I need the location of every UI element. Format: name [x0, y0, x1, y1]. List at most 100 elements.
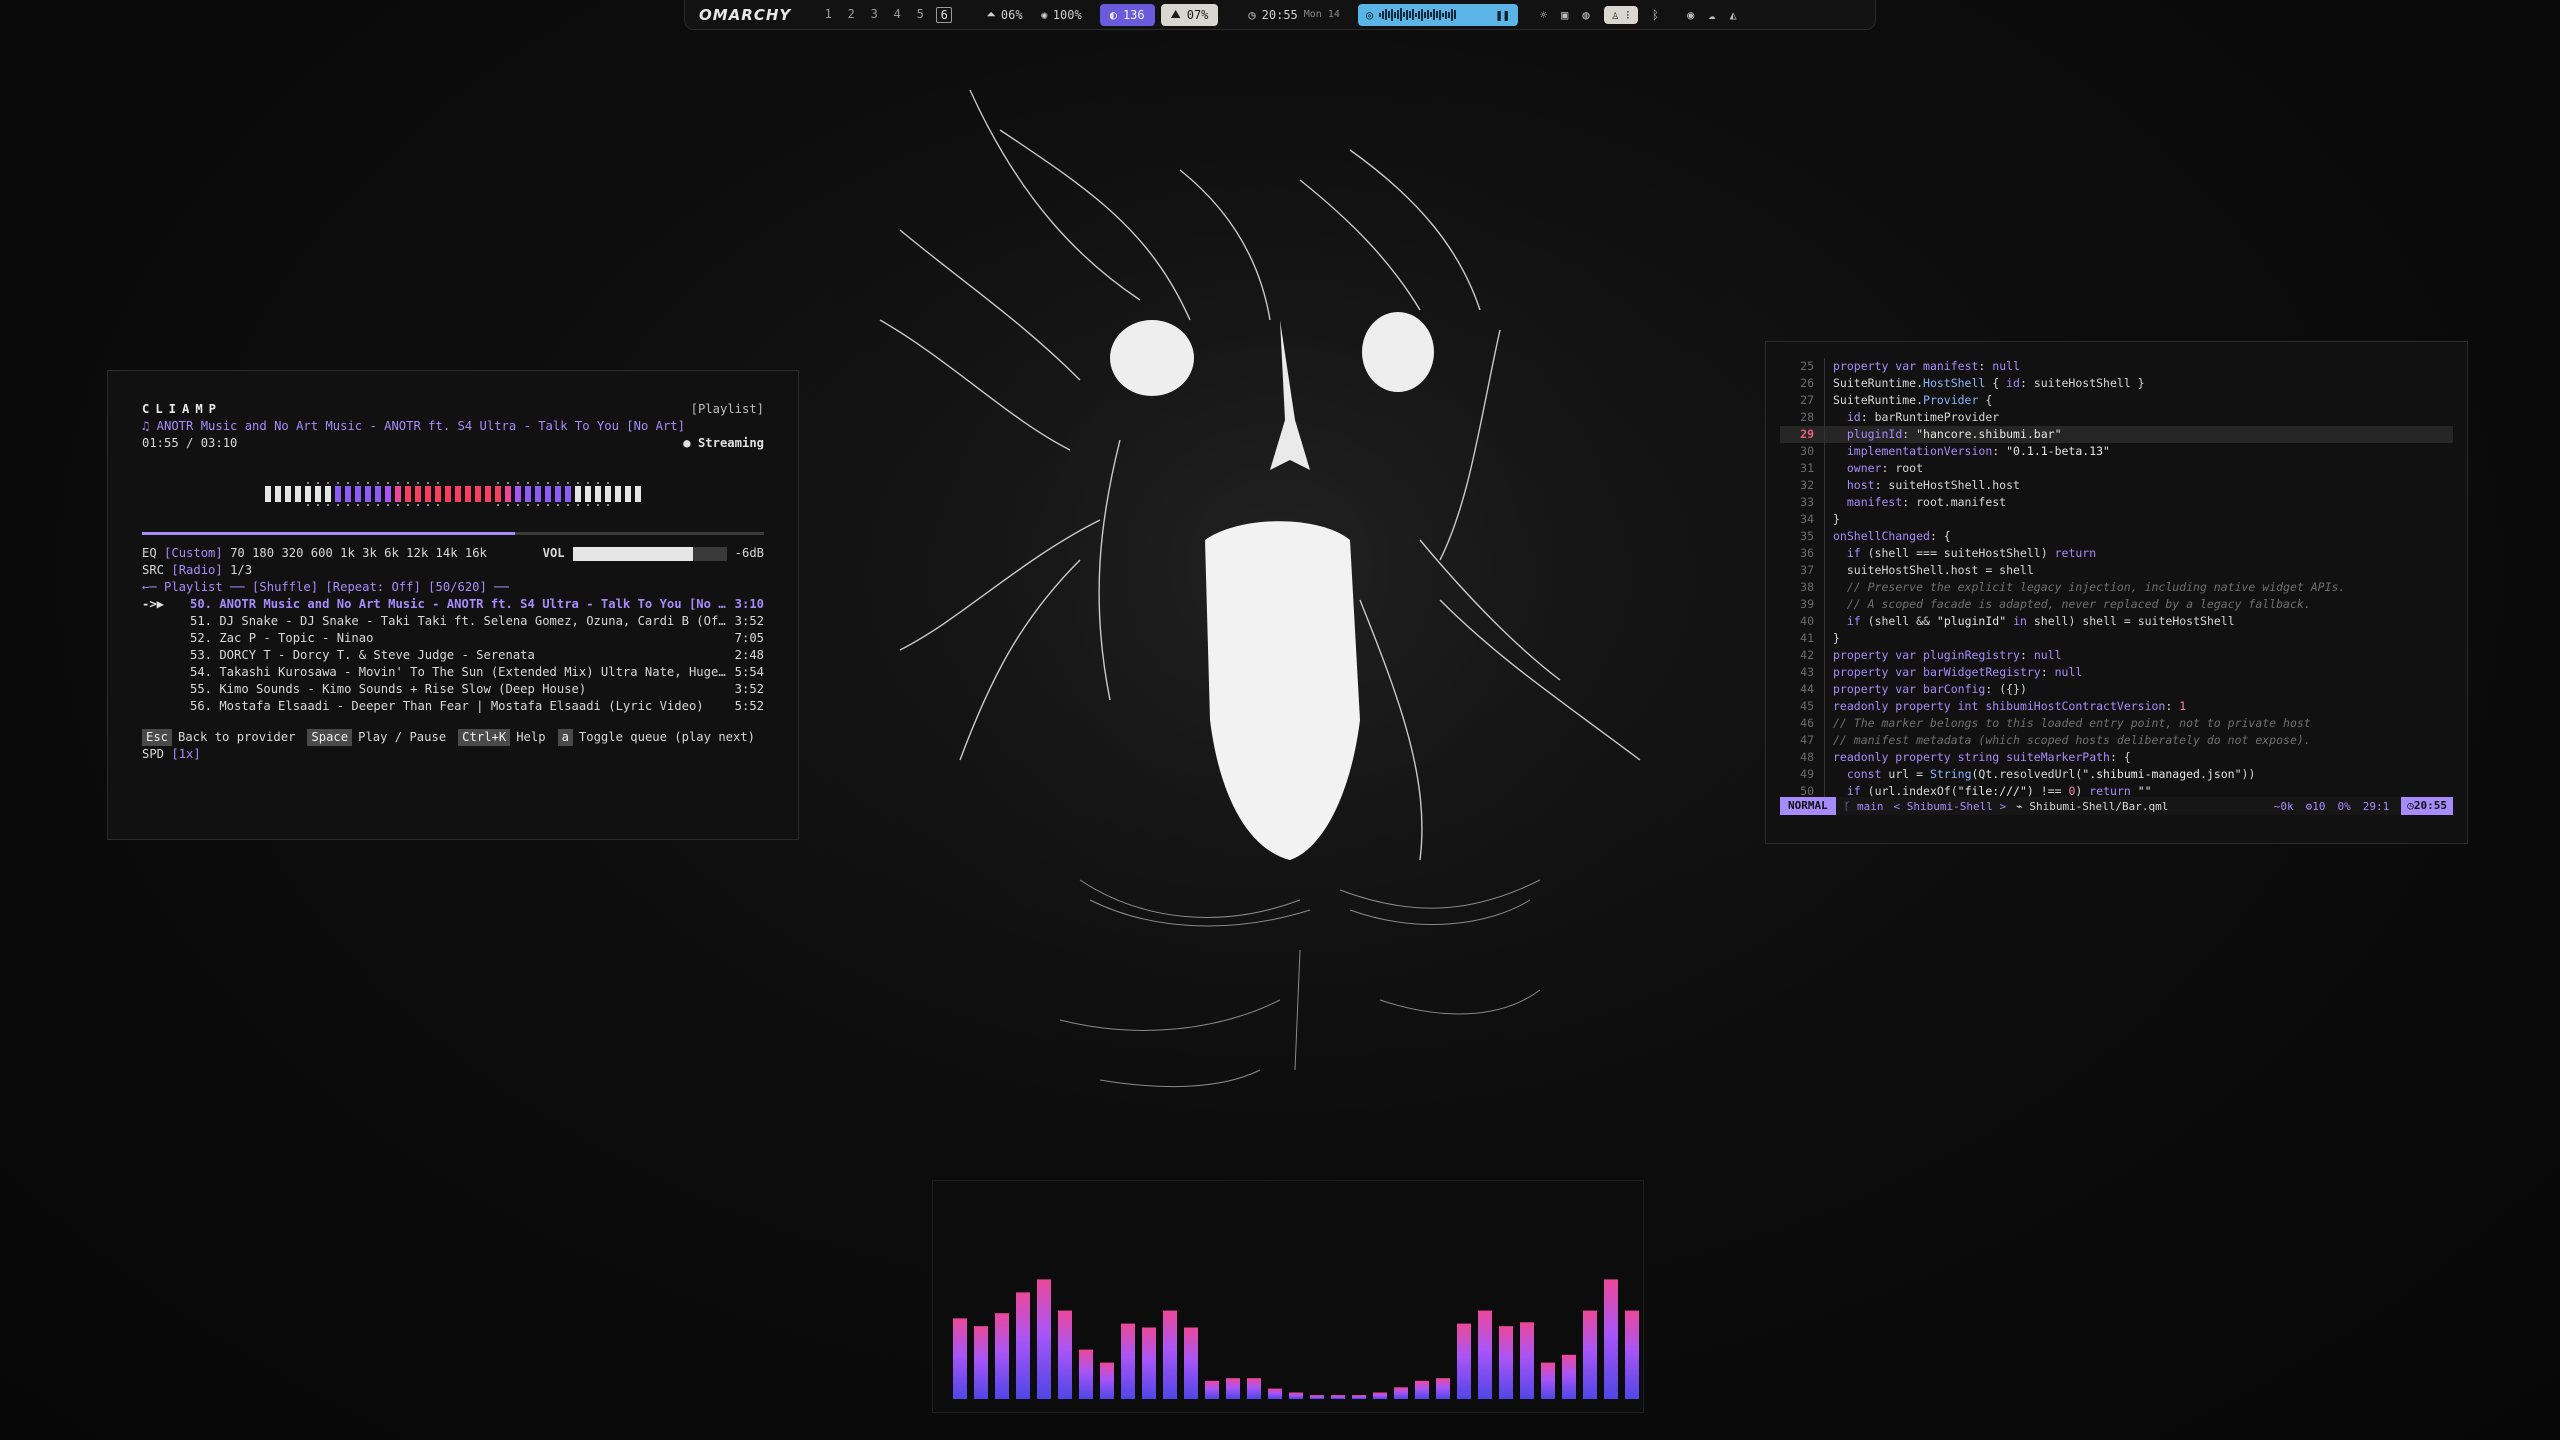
workspace-2[interactable]: 2 [844, 7, 858, 23]
line-number: 30 [1800, 444, 1814, 458]
playlist-item[interactable]: 52. Zac P - Topic - Ninao 7:05 [142, 630, 764, 647]
code-line[interactable]: 37 suiteHostShell.host = shell [1780, 562, 2453, 579]
mini-spectrum-bar [515, 482, 521, 506]
code-line[interactable]: 34} [1780, 511, 2453, 528]
editor-window[interactable]: 25 property var manifest: null 26 SuiteRunt… [1765, 341, 2468, 844]
indent-guide [1824, 409, 1833, 426]
code-line[interactable]: 49 const url = String(Qt.resolvedUrl(".s… [1780, 766, 2453, 783]
playlist-item[interactable]: 54. Takashi Kurosawa - Movin' To The Sun… [142, 664, 764, 681]
code-line[interactable]: 26 SuiteRuntime.HostShell { id: suiteHost… [1780, 375, 2453, 392]
window-icon[interactable]: ▣ [1561, 8, 1568, 22]
memory-pill[interactable]: ⛰ 07% [1160, 3, 1219, 26]
line-number: 28 [1800, 410, 1814, 424]
brightness-stat[interactable]: ✺ 100% [1041, 8, 1082, 22]
code-line[interactable]: 45 readonly property int shibumiHostContr… [1780, 698, 2453, 715]
bluetooth-icon[interactable]: ᛒ [1652, 8, 1659, 22]
indent-guide [1824, 443, 1833, 460]
mini-spectrum-bar [365, 482, 371, 506]
speed-value[interactable]: [1x] [171, 747, 200, 761]
code-line[interactable]: 42 property var pluginRegistry: null [1780, 647, 2453, 664]
code-line[interactable]: 47 // manifest metadata (which scoped hos… [1780, 732, 2453, 749]
eq-label: EQ [142, 546, 157, 560]
pause-icon[interactable]: ❚❚ [1495, 8, 1509, 22]
visualizer-bar [1541, 1362, 1555, 1399]
line-number: 29 [1800, 427, 1814, 441]
volume-control[interactable]: VOL -6dB [543, 545, 764, 562]
code-line[interactable]: 36 if (shell === suiteHostShell) return [1780, 545, 2453, 562]
mini-spectrum-bar [525, 482, 531, 506]
playlist-item-name: 55. Kimo Sounds - Kimo Sounds + Rise Slo… [190, 682, 587, 696]
mini-spectrum-bar [285, 482, 291, 506]
line-number: 43 [1800, 665, 1814, 679]
battery-icon[interactable]: ◭ [1730, 8, 1737, 22]
line-number: 34 [1800, 512, 1814, 526]
view-tag[interactable]: [Playlist] [691, 401, 764, 418]
file-path: ⌁ Shibumi-Shell/Bar.qml [2016, 799, 2169, 813]
sun-icon[interactable]: ☼ [1540, 8, 1547, 22]
code-area[interactable]: 25 property var manifest: null 26 SuiteRunt… [1780, 358, 2453, 800]
code-line[interactable]: 35 onShellChanged: { [1780, 528, 2453, 545]
playlist-item[interactable]: 55. Kimo Sounds - Kimo Sounds + Rise Slo… [142, 681, 764, 698]
clock[interactable]: ◷ 20:55 Mon 14 [1248, 8, 1339, 22]
playlist-header[interactable]: ←─ Playlist ── [Shuffle] [Repeat: Off] [… [142, 579, 764, 596]
audio-visualizer [932, 1180, 1644, 1413]
mini-spectrum-bar [495, 482, 501, 506]
code-line[interactable]: 28 id: barRuntimeProvider [1780, 409, 2453, 426]
source-count: 1/3 [230, 563, 253, 577]
code-text: SuiteRuntime.Provider { [1833, 393, 1993, 407]
cliamp-window[interactable]: CLIAMP [Playlist] ♫ ANOTR Music and No A… [107, 370, 799, 840]
eq-bands[interactable]: 70 180 320 600 1k 3k 6k 12k 14k 16k [230, 545, 487, 562]
visualizer-bar [1037, 1279, 1051, 1399]
eq-mode[interactable]: [Custom] [164, 545, 223, 562]
source-mode[interactable]: [Radio] [171, 563, 222, 577]
cpu-stat[interactable]: ⏶ 06% [986, 7, 1022, 22]
playlist-item-duration: 3:10 [734, 597, 764, 611]
brand-logo[interactable]: OMARCHY [699, 6, 791, 24]
indent-guide [1824, 392, 1833, 409]
code-line[interactable]: 39 // A scoped facade is adapted, never … [1780, 596, 2453, 613]
code-line[interactable]: 44 property var barConfig: ({}) [1780, 681, 2453, 698]
cursor-position: 29:1 [2362, 799, 2390, 813]
code-line[interactable]: 38 // Preserve the explicit legacy injec… [1780, 579, 2453, 596]
code-line[interactable]: 30 implementationVersion: "0.1.1-beta.13… [1780, 443, 2453, 460]
code-line[interactable]: 25 property var manifest: null [1780, 358, 2453, 375]
code-line[interactable]: 33 manifest: root.manifest [1780, 494, 2453, 511]
vim-mode: NORMAL [1780, 797, 1836, 815]
seek-bar[interactable] [142, 532, 764, 535]
code-line[interactable]: 31 owner: root [1780, 460, 2453, 477]
indent-guide [1824, 766, 1833, 783]
visualizer-bar [1436, 1378, 1450, 1399]
code-line[interactable]: 43 property var barWidgetRegistry: null [1780, 664, 2453, 681]
lsp-count: ⚙10 [2305, 799, 2326, 813]
palette-icon[interactable]: ◍ [1582, 8, 1589, 22]
indent-guide [1824, 477, 1833, 494]
playlist-item[interactable]: 56. Mostafa Elsaadi - Deeper Than Fear |… [142, 698, 764, 715]
visualizer-bar [1163, 1310, 1177, 1399]
workspace-switcher: 1 2 3 4 5 6 [821, 6, 953, 23]
playlist-item[interactable]: 51. DJ Snake - DJ Snake - Taki Taki ft. … [142, 613, 764, 630]
playlist-item-current[interactable]: ->▶ 50. ANOTR Music and No Art Music - AN… [142, 596, 764, 613]
code-line[interactable]: 32 host: suiteHostShell.host [1780, 477, 2453, 494]
key-hint-key: Ctrl+K [458, 729, 511, 746]
gpu-pill[interactable]: ◐ 136 [1099, 3, 1155, 26]
chat-icon[interactable]: ◉ [1687, 8, 1694, 22]
cloud-icon[interactable]: ☁ [1708, 8, 1715, 22]
code-line[interactable]: 48 readonly property string suiteMarkerPa… [1780, 749, 2453, 766]
visualizer-bar [1373, 1392, 1387, 1399]
code-line[interactable]: 40 if (shell && "pluginId" in shell) she… [1780, 613, 2453, 630]
volume-bar[interactable] [572, 546, 727, 561]
workspace-4[interactable]: 4 [890, 7, 904, 23]
workspace-3[interactable]: 3 [867, 7, 881, 23]
workspace-6[interactable]: 6 [936, 6, 953, 23]
keyboard-layout-icon[interactable]: ♙ ⁝ [1603, 5, 1638, 24]
visualizer-bar [1352, 1395, 1366, 1399]
code-line[interactable]: 46 // The marker belongs to this loaded e… [1780, 715, 2453, 732]
code-line-current[interactable]: 29 pluginId: "hancore.shibumi.bar" [1780, 426, 2453, 443]
workspace-5[interactable]: 5 [913, 7, 927, 23]
code-text: onShellChanged: { [1833, 529, 1951, 543]
playlist-item[interactable]: 53. DORCY T - Dorcy T. & Steve Judge - S… [142, 647, 764, 664]
code-line[interactable]: 41} [1780, 630, 2453, 647]
media-pill[interactable]: ◎ ❚❚ [1357, 3, 1518, 26]
workspace-1[interactable]: 1 [821, 7, 835, 23]
code-line[interactable]: 27 SuiteRuntime.Provider { [1780, 392, 2453, 409]
